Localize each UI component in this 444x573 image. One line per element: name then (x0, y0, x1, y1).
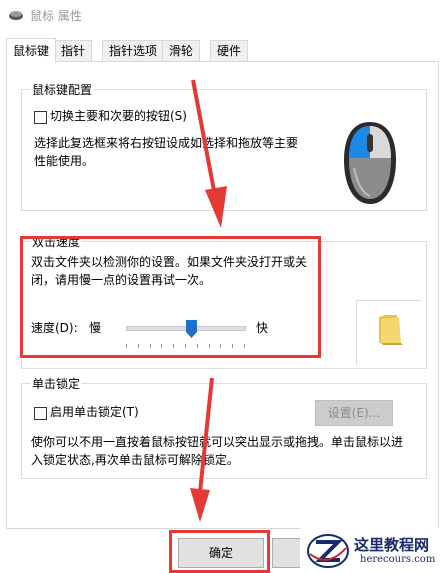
window-title: 鼠标 属性 (30, 9, 82, 23)
watermark-url: herecours.com (360, 554, 436, 565)
tab-pointer-options[interactable]: 指针选项 (102, 40, 164, 62)
watermark-logo (307, 534, 349, 568)
click-lock-label: 单击锁定 (30, 375, 83, 392)
tab-wheel[interactable]: 滑轮 (162, 40, 200, 62)
button-config-label: 鼠标键配置 (30, 81, 95, 98)
watermark: 这里教程网 herecours.com (300, 528, 444, 573)
double-click-highlight (20, 236, 321, 358)
switch-buttons-checkbox[interactable] (34, 111, 47, 124)
enable-click-lock-checkbox[interactable] (34, 407, 47, 420)
click-lock-settings-button[interactable]: 设置(E)... (315, 400, 393, 426)
button-config-description-2: 性能使用。 (34, 154, 95, 168)
mouse-illustration-icon (344, 122, 396, 204)
switch-buttons-label[interactable]: 切换主要和次要的按钮(S) (50, 107, 187, 125)
folder-test-area[interactable] (356, 300, 421, 365)
folder-icon[interactable] (377, 313, 403, 345)
tab-pointers[interactable]: 指针 (54, 40, 92, 62)
button-config-description-1: 选择此复选框来将右按钮设成如选择和拖放等主要 (34, 136, 299, 150)
mouse-app-icon (9, 11, 23, 20)
watermark-title: 这里教程网 (354, 536, 430, 554)
tab-mouse-buttons[interactable]: 鼠标键 (6, 38, 56, 63)
title-bar: 鼠标 属性 (0, 0, 444, 30)
enable-click-lock-label[interactable]: 启用单击锁定(T) (50, 403, 139, 421)
red-arrow-1 (191, 79, 227, 228)
red-arrow-2 (190, 377, 214, 522)
ok-button-highlight (169, 530, 270, 573)
tab-hardware[interactable]: 硬件 (210, 40, 248, 62)
